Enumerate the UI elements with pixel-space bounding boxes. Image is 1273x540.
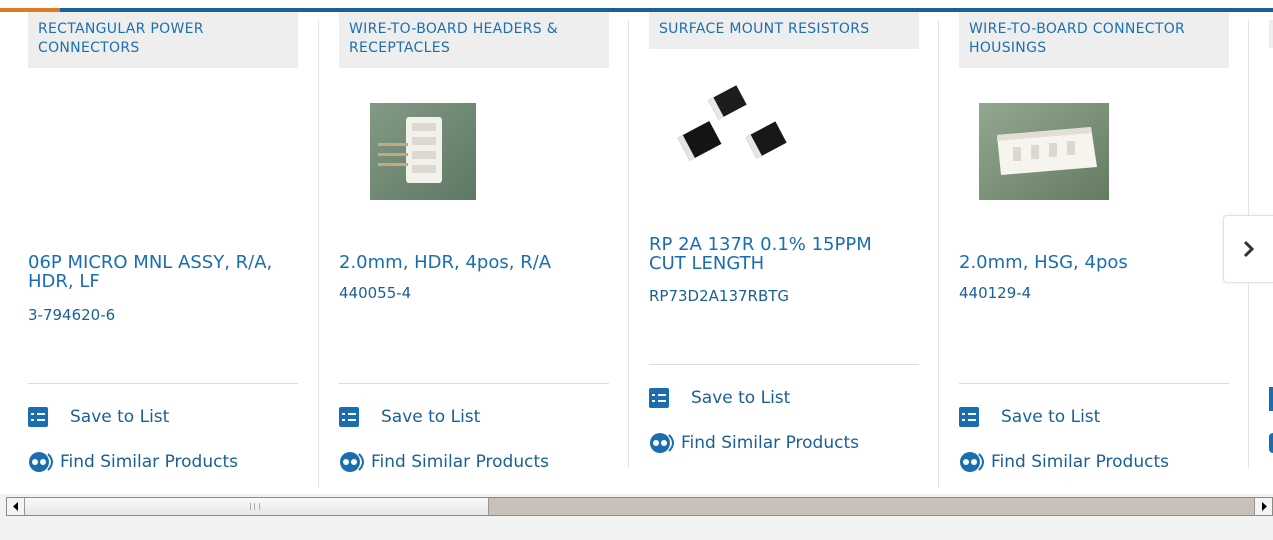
product-image[interactable] bbox=[979, 103, 1109, 200]
card-divider bbox=[28, 383, 298, 384]
product-category[interactable]: WIRE-TO-BOARD CONNECTOR HOUSINGS bbox=[959, 12, 1229, 68]
product-card: RECTANGULAR POWER CONNECTORS 06P MICRO M… bbox=[28, 12, 298, 488]
save-to-list-label: Save to List bbox=[381, 407, 481, 427]
next-card-save-icon-partial bbox=[1269, 387, 1273, 411]
list-check-icon bbox=[28, 407, 48, 427]
horizontal-scrollbar[interactable] bbox=[6, 497, 1273, 516]
similar-products-icon bbox=[959, 450, 989, 474]
product-category[interactable]: WIRE-TO-BOARD HEADERS & RECEPTACLES bbox=[339, 12, 609, 68]
scrollbar-thumb[interactable] bbox=[25, 498, 489, 515]
list-check-icon bbox=[339, 407, 359, 427]
arrow-right-icon bbox=[1261, 502, 1267, 511]
scroll-right-button[interactable] bbox=[1254, 498, 1272, 515]
product-part-number[interactable]: 440055-4 bbox=[339, 284, 411, 302]
product-image[interactable] bbox=[370, 103, 476, 200]
card-separator bbox=[938, 20, 939, 488]
find-similar-button[interactable]: Find Similar Products bbox=[28, 450, 238, 474]
find-similar-button[interactable]: Find Similar Products bbox=[649, 431, 859, 455]
product-image[interactable] bbox=[671, 80, 801, 180]
list-check-icon bbox=[649, 388, 669, 408]
product-part-number[interactable]: 3-794620-6 bbox=[28, 306, 115, 324]
product-card: SURFACE MOUNT RESISTORS RP 2A 137R 0.1% … bbox=[649, 12, 919, 488]
product-category[interactable]: SURFACE MOUNT RESISTORS bbox=[649, 12, 919, 49]
list-check-icon bbox=[959, 407, 979, 427]
carousel-next-button[interactable] bbox=[1223, 215, 1273, 283]
chevron-right-icon bbox=[1243, 240, 1255, 258]
save-to-list-label: Save to List bbox=[691, 388, 791, 408]
card-divider bbox=[649, 364, 919, 365]
find-similar-button[interactable]: Find Similar Products bbox=[959, 450, 1169, 474]
similar-products-icon bbox=[649, 431, 679, 455]
product-title[interactable]: 2.0mm, HSG, 4pos bbox=[959, 253, 1219, 272]
save-to-list-label: Save to List bbox=[70, 407, 170, 427]
product-category[interactable]: RECTANGULAR POWER CONNECTORS bbox=[28, 12, 298, 68]
card-divider bbox=[339, 383, 609, 384]
find-similar-label: Find Similar Products bbox=[681, 433, 859, 453]
card-divider bbox=[959, 383, 1229, 384]
product-part-number[interactable]: RP73D2A137RBTG bbox=[649, 287, 789, 305]
scrollbar-grip bbox=[250, 503, 260, 510]
product-title[interactable]: 06P MICRO MNL ASSY, R/A, HDR, LF bbox=[28, 253, 288, 291]
find-similar-label: Find Similar Products bbox=[60, 452, 238, 472]
save-to-list-button[interactable]: Save to List bbox=[339, 405, 480, 429]
product-carousel: RECTANGULAR POWER CONNECTORS 06P MICRO M… bbox=[0, 0, 1273, 494]
find-similar-label: Find Similar Products bbox=[371, 452, 549, 472]
similar-products-icon bbox=[339, 450, 369, 474]
scroll-left-button[interactable] bbox=[7, 498, 25, 515]
save-to-list-label: Save to List bbox=[1001, 407, 1101, 427]
card-separator bbox=[628, 20, 629, 468]
product-part-number[interactable]: 440129-4 bbox=[959, 284, 1031, 302]
save-to-list-button[interactable]: Save to List bbox=[649, 386, 790, 410]
save-to-list-button[interactable]: Save to List bbox=[959, 405, 1100, 429]
next-card-category-partial bbox=[1269, 20, 1273, 48]
find-similar-button[interactable]: Find Similar Products bbox=[339, 450, 549, 474]
next-card-similar-icon-partial bbox=[1269, 433, 1273, 453]
product-card: WIRE-TO-BOARD CONNECTOR HOUSINGS 2.0mm, … bbox=[959, 12, 1229, 488]
similar-products-icon bbox=[28, 450, 58, 474]
save-to-list-button[interactable]: Save to List bbox=[28, 405, 169, 429]
find-similar-label: Find Similar Products bbox=[991, 452, 1169, 472]
arrow-left-icon bbox=[12, 502, 18, 511]
product-card: WIRE-TO-BOARD HEADERS & RECEPTACLES 2.0m… bbox=[339, 12, 609, 488]
card-separator bbox=[318, 20, 319, 488]
product-title[interactable]: RP 2A 137R 0.1% 15PPM CUT LENGTH bbox=[649, 235, 909, 273]
product-title[interactable]: 2.0mm, HDR, 4pos, R/A bbox=[339, 253, 599, 272]
